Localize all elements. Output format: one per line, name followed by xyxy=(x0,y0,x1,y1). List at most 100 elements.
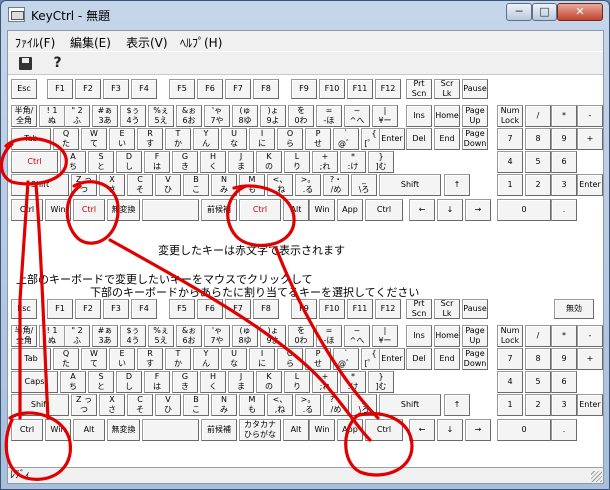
top_keyboard-key-shift-15[interactable]: 2 xyxy=(525,174,551,196)
top_keyboard-key-caps-14[interactable]: 5 xyxy=(525,151,551,173)
bottom_keyboard-key-shift-3[interactable]: C そ xyxy=(127,394,153,416)
menu-help[interactable]: ﾍﾙﾌﾟ(H) xyxy=(180,34,222,51)
bottom_keyboard-key-bot-6[interactable]: カタカナ ひらがな xyxy=(239,419,281,441)
menu-edit[interactable]: 編集(E) xyxy=(70,34,111,51)
top_keyboard-key-shift-4[interactable]: V ひ xyxy=(155,174,181,196)
top_keyboard-key-tab-4[interactable]: R す xyxy=(137,128,163,150)
bottom_keyboard-key-tab-20[interactable]: + xyxy=(577,348,603,370)
top_keyboard-key-bot-8[interactable]: Win xyxy=(309,199,335,221)
bottom_keyboard-key-tab-5[interactable]: T か xyxy=(165,348,191,370)
bottom_keyboard-key-fn-6[interactable]: F6 xyxy=(197,299,223,319)
top_keyboard-key-fn-15[interactable]: Pause xyxy=(462,79,488,99)
top_keyboard-key-shift-13[interactable]: ↑ xyxy=(444,174,470,196)
bottom_keyboard-key-caps-15[interactable]: 6 xyxy=(551,371,577,393)
top_keyboard-key-shift-2[interactable]: X さ xyxy=(99,174,125,196)
top_keyboard-key-fn-3[interactable]: F3 xyxy=(103,79,129,99)
bottom_keyboard-key-num-15[interactable]: Ins xyxy=(406,325,432,347)
bottom_keyboard-key-bot-8[interactable]: Win xyxy=(309,419,335,441)
bottom_keyboard-key-fn-8[interactable]: F8 xyxy=(253,299,279,319)
bottom_keyboard-key-bot-0[interactable]: Ctrl xyxy=(11,419,43,441)
top_keyboard-key-fn-6[interactable]: F6 xyxy=(197,79,223,99)
bottom_keyboard-key-shift-17[interactable]: Enter xyxy=(577,394,603,416)
top_keyboard-key-tab-5[interactable]: T か xyxy=(165,128,191,150)
bottom_keyboard-key-bot-3[interactable]: 無変換 xyxy=(107,419,140,441)
bottom_keyboard-key-shift-16[interactable]: 3 xyxy=(551,394,577,416)
bottom_keyboard-key-shift-10[interactable]: ?・ /め xyxy=(323,394,349,416)
bottom_keyboard-key-bot-14[interactable]: 0 xyxy=(497,419,551,441)
bottom_keyboard-key-caps-3[interactable]: D し xyxy=(116,371,142,393)
bottom_keyboard-key-shift-8[interactable]: <、 ,ね xyxy=(267,394,293,416)
bottom_keyboard-key-num-8[interactable]: (ゅ 8ゆ xyxy=(232,325,258,347)
bottom_keyboard-key-num-17[interactable]: Page Up xyxy=(462,325,488,347)
top_keyboard-key-caps-1[interactable]: A ち xyxy=(60,151,86,173)
bottom_keyboard-key-caps-8[interactable]: K の xyxy=(256,371,282,393)
top_keyboard-key-tab-15[interactable]: End xyxy=(434,128,460,150)
bottom_keyboard-key-num-0[interactable]: 半角/ 全角 xyxy=(11,325,37,347)
top_keyboard-key-num-4[interactable]: $ぅ 4う xyxy=(120,105,146,127)
top_keyboard-key-bot-2[interactable]: Ctrl xyxy=(73,199,105,221)
floppy-disk-icon[interactable] xyxy=(17,55,36,73)
top_keyboard-key-shift-14[interactable]: 1 xyxy=(497,174,523,196)
bottom_keyboard-key-num-4[interactable]: $ぅ 4う xyxy=(120,325,146,347)
bottom_keyboard-key-fn-9[interactable]: F9 xyxy=(291,299,317,319)
bottom_keyboard-key-caps-1[interactable]: A ち xyxy=(60,371,86,393)
top_keyboard-key-shift-12[interactable]: Shift xyxy=(379,174,441,196)
bottom_keyboard-key-fn-13[interactable]: Prt Scn xyxy=(406,299,432,319)
top_keyboard-key-caps-0[interactable]: Ctrl xyxy=(11,151,58,173)
top_keyboard-key-num-19[interactable]: / xyxy=(525,105,551,127)
top_keyboard-key-tab-7[interactable]: U な xyxy=(221,128,247,150)
bottom_keyboard-key-num-2[interactable]: " 2 ふ xyxy=(64,325,90,347)
bottom_keyboard-key-caps-10[interactable]: + ;れ xyxy=(312,371,338,393)
top_keyboard-key-num-16[interactable]: Home xyxy=(434,105,460,127)
bottom_keyboard-key-tab-15[interactable]: End xyxy=(434,348,460,370)
bottom_keyboard-key-fn-14[interactable]: Scr Lk xyxy=(434,299,460,319)
top_keyboard-key-tab-10[interactable]: P せ xyxy=(305,128,331,150)
bottom_keyboard-key-tab-16[interactable]: Page Down xyxy=(462,348,488,370)
bottom_keyboard-key-tab-17[interactable]: 7 xyxy=(497,348,523,370)
bottom_keyboard-key-tab-7[interactable]: U な xyxy=(221,348,247,370)
bottom_keyboard-key-shift-0[interactable]: Shift xyxy=(11,394,69,416)
top_keyboard-key-caps-9[interactable]: L り xyxy=(284,151,310,173)
bottom_keyboard-key-fn-1[interactable]: F1 xyxy=(47,299,73,319)
top_keyboard-key-tab-18[interactable]: 8 xyxy=(525,128,551,150)
bottom_keyboard-key-num-3[interactable]: #ぁ 3あ xyxy=(92,325,118,347)
bottom_keyboard-key-num-13[interactable]: | ¥ー xyxy=(372,325,398,347)
top_keyboard-key-caps-4[interactable]: F は xyxy=(144,151,170,173)
bottom_keyboard-key-caps-13[interactable]: 4 xyxy=(497,371,523,393)
bottom_keyboard-key-tab-18[interactable]: 8 xyxy=(525,348,551,370)
top_keyboard-key-num-1[interactable]: ! 1 ぬ xyxy=(39,105,65,127)
top_keyboard-key-shift-16[interactable]: 3 xyxy=(551,174,577,196)
top_keyboard-key-fn-0[interactable]: Esc xyxy=(11,79,37,99)
bottom_keyboard-key-bot-1[interactable]: Win xyxy=(45,419,71,441)
top_keyboard-key-num-13[interactable]: | ¥ー xyxy=(372,105,398,127)
top_keyboard-key-caps-13[interactable]: 4 xyxy=(497,151,523,173)
top_keyboard-key-fn-2[interactable]: F2 xyxy=(75,79,101,99)
bottom_keyboard-key-fn-10[interactable]: F10 xyxy=(319,299,345,319)
top_keyboard-key-num-2[interactable]: " 2 ふ xyxy=(64,105,90,127)
close-button[interactable]: ✕ xyxy=(557,3,603,21)
top_keyboard-key-tab-6[interactable]: Y ん xyxy=(193,128,219,150)
bottom_keyboard-key-tab-19[interactable]: 9 xyxy=(551,348,577,370)
top_keyboard-key-num-7[interactable]: 'ゃ 7や xyxy=(204,105,230,127)
bottom_keyboard-key-num-21[interactable]: - xyxy=(577,325,603,347)
top_keyboard-key-caps-7[interactable]: J ま xyxy=(228,151,254,173)
top_keyboard-key-num-3[interactable]: #ぁ 3あ xyxy=(92,105,118,127)
bottom_keyboard-key-fn-4[interactable]: F4 xyxy=(131,299,157,319)
top_keyboard-key-caps-12[interactable]: } ]む xyxy=(368,151,394,173)
bottom_keyboard-key-num-19[interactable]: / xyxy=(525,325,551,347)
bottom_keyboard-key-shift-12[interactable]: Shift xyxy=(379,394,441,416)
top_keyboard-key-tab-17[interactable]: 7 xyxy=(497,128,523,150)
bottom_keyboard-key-caps-14[interactable]: 5 xyxy=(525,371,551,393)
bottom_keyboard-key-fn-12[interactable]: F12 xyxy=(375,299,401,319)
bottom_keyboard-key-num-10[interactable]: を 0わ xyxy=(288,325,314,347)
bottom_keyboard-key-tab-11[interactable]: ` @゛ xyxy=(333,348,359,370)
bottom_keyboard-key-tab-10[interactable]: P せ xyxy=(305,348,331,370)
top_keyboard-key-bot-13[interactable]: → xyxy=(465,199,491,221)
top_keyboard-key-tab-3[interactable]: E い xyxy=(109,128,135,150)
bottom_keyboard-key-caps-12[interactable]: } ]む xyxy=(368,371,394,393)
bottom_keyboard-key-shift-14[interactable]: 1 xyxy=(497,394,523,416)
top_keyboard-key-tab-0[interactable]: Tab xyxy=(11,128,51,150)
bottom_keyboard-key-shift-1[interactable]: Z っ つ xyxy=(71,394,97,416)
top_keyboard-key-shift-3[interactable]: C そ xyxy=(127,174,153,196)
bottom_keyboard-key-bot-4[interactable] xyxy=(142,419,199,441)
